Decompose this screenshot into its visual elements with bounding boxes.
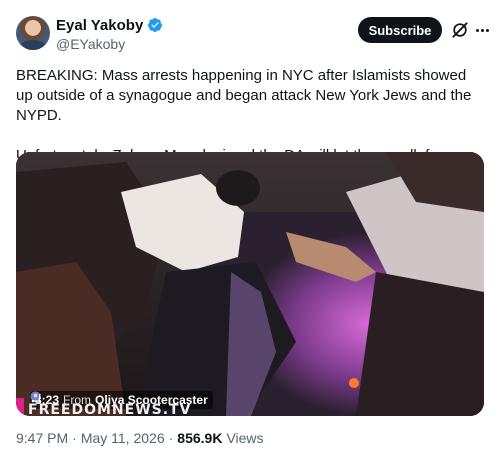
video-watermark: FREEDOMNEWS.TV (28, 402, 192, 416)
footer-separator: · (168, 430, 174, 446)
tweet-card: Eyal Yakoby @EYakoby Subscribe BREAKING:… (0, 0, 500, 461)
footer-separator: · (72, 430, 77, 446)
avatar[interactable] (16, 16, 50, 50)
tweet-paragraph-1: BREAKING: Mass arrests happening in NYC … (16, 67, 472, 124)
display-name[interactable]: Eyal Yakoby (56, 17, 143, 34)
post-date[interactable]: May 11, 2026 (81, 430, 165, 446)
author-block: Eyal Yakoby @EYakoby (56, 16, 163, 52)
video-player[interactable]: 3:23 From Oliya Scootercaster FREEDOMNEW… (16, 152, 484, 416)
handle[interactable]: @EYakoby (56, 36, 163, 52)
tweet-footer: 9:47 PM · May 11, 2026 · 856.9K Views (16, 430, 264, 446)
verified-badge-icon (148, 18, 163, 32)
more-options-icon[interactable] (472, 20, 492, 40)
video-frame (16, 152, 484, 416)
views-label: Views (226, 430, 264, 446)
post-time[interactable]: 9:47 PM (16, 430, 68, 446)
views-count: 856.9K (177, 430, 223, 446)
subscribe-button[interactable]: Subscribe (358, 17, 442, 43)
grok-icon[interactable] (450, 20, 470, 40)
